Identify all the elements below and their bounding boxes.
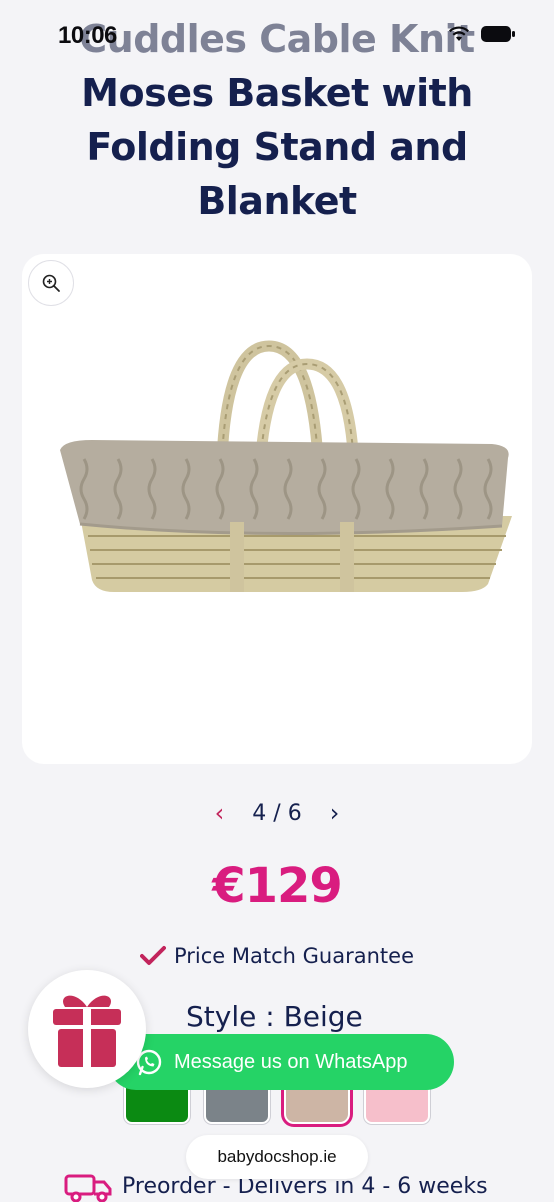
moses-basket-image xyxy=(60,340,512,592)
zoom-in-icon xyxy=(42,274,60,292)
gallery-current: 4 xyxy=(252,800,267,826)
status-icons xyxy=(448,25,516,43)
title-line: Blanket xyxy=(197,179,357,223)
style-label: Style : Beige xyxy=(186,1000,363,1033)
price-match-guarantee: Price Match Guarantee xyxy=(0,944,554,968)
gallery-counter: 4 / 6 xyxy=(252,801,301,826)
whatsapp-button[interactable]: Message us on WhatsApp xyxy=(108,1034,454,1090)
wifi-icon xyxy=(449,26,469,41)
status-time: 10:06 xyxy=(58,22,117,49)
chevron-right-icon[interactable]: › xyxy=(330,799,340,827)
zoom-button[interactable] xyxy=(28,260,74,306)
whatsapp-label: Message us on WhatsApp xyxy=(174,1050,408,1073)
gift-button[interactable] xyxy=(28,970,146,1088)
chevron-left-icon[interactable]: ‹ xyxy=(215,799,225,827)
title-line: Moses Basket with xyxy=(81,71,473,115)
product-image-card[interactable] xyxy=(22,254,532,764)
title-line: Folding Stand and xyxy=(86,125,468,169)
checkmark-icon xyxy=(140,946,166,965)
gift-icon xyxy=(53,995,121,1067)
gallery-total: 6 xyxy=(287,800,302,826)
browser-url-bar[interactable]: babydocshop.ie xyxy=(186,1135,368,1179)
product-price: €129 xyxy=(212,858,343,914)
gallery-pager: ‹ 4 / 6 › xyxy=(0,796,554,830)
battery-icon xyxy=(481,26,515,42)
gallery-separator: / xyxy=(273,800,281,826)
delivery-truck-icon xyxy=(64,1174,112,1202)
guarantee-text: Price Match Guarantee xyxy=(174,944,414,968)
